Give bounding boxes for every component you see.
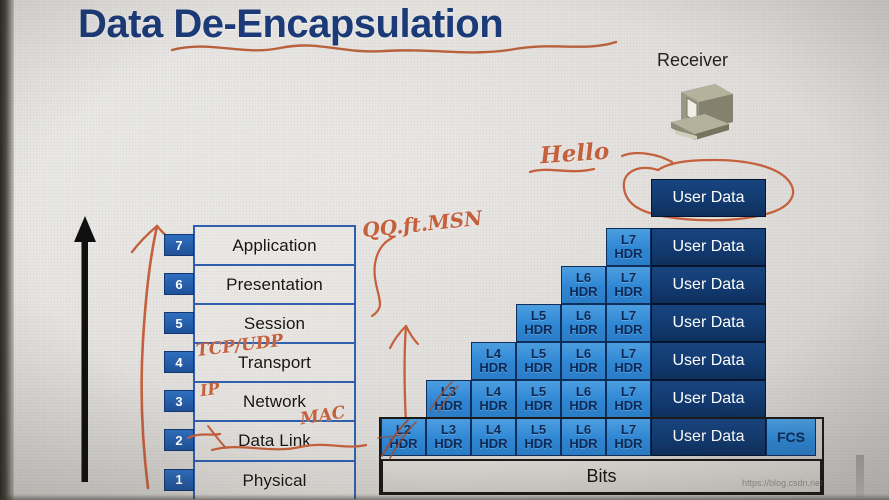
header-hdr-label: HDR	[569, 360, 598, 375]
header-hdr-label: HDR	[569, 322, 598, 337]
pdu-row-l7[interactable]: L7 HDR User Data	[606, 228, 766, 266]
header-hdr-label: HDR	[479, 360, 508, 375]
header-layer-label: L5	[530, 308, 547, 324]
hello-underline-annotation	[528, 167, 596, 174]
header-block-l5: L5 HDR	[516, 342, 561, 380]
header-layer-label: L4	[485, 384, 502, 400]
photo-left-edge	[0, 0, 14, 500]
user-data-block: User Data	[651, 304, 766, 342]
header-layer-label: L7	[620, 308, 637, 324]
photo-right-edge-strip	[856, 455, 864, 497]
user-data-block: User Data	[651, 266, 766, 304]
header-block-l4: L4 HDR	[471, 418, 516, 456]
osi-layer-row[interactable]: 6 Presentation	[164, 266, 354, 306]
header-block-l4: L4 HDR	[471, 342, 516, 380]
osi-layer-number: 6	[164, 273, 194, 296]
osi-layer-name: Transport	[237, 352, 312, 372]
receiver-label: Receiver	[657, 50, 729, 70]
pdu-row-l4[interactable]: L4 HDR L5 HDR L6 HDR L7 HDR User Data	[471, 342, 766, 380]
header-block-l7: L7 HDR	[606, 228, 651, 266]
user-data-block: User Data	[651, 418, 766, 456]
header-hdr-label: HDR	[524, 360, 553, 375]
header-hdr-label: HDR	[614, 322, 643, 337]
watermark-text: https://blog.csdn.net	[742, 478, 823, 488]
pdu-row-l2[interactable]: L2 HDR L3 HDR L4 HDR L5 HDR L6 HDR L7 HD…	[381, 418, 816, 456]
header-layer-label: L3	[440, 422, 457, 438]
header-hdr-label: HDR	[614, 246, 643, 261]
header-hdr-label: HDR	[524, 322, 553, 337]
header-hdr-label: HDR	[524, 398, 553, 413]
header-block-l6: L6 HDR	[561, 380, 606, 418]
header-layer-label: L6	[575, 422, 592, 438]
header-block-l5: L5 HDR	[516, 380, 561, 418]
pdu-row-l6[interactable]: L6 HDR L7 HDR User Data	[561, 266, 766, 304]
header-block-l3: L3 HDR	[426, 418, 471, 456]
osi-layer-number: 3	[164, 390, 194, 413]
header-hdr-label: HDR	[614, 398, 643, 413]
header-block-l4: L4 HDR	[471, 380, 516, 418]
header-layer-label: L7	[620, 232, 637, 248]
header-layer-label: L7	[620, 346, 637, 362]
osi-layer-name: Network	[242, 391, 307, 411]
computer-workstation-icon	[671, 84, 733, 140]
header-layer-label: L6	[575, 270, 592, 286]
handwritten-scribble-l3	[429, 381, 459, 413]
header-layer-label: L6	[575, 308, 592, 324]
header-block-l5: L5 HDR	[516, 418, 561, 456]
osi-layer-number: 4	[164, 351, 194, 374]
upward-direction-arrow	[74, 216, 96, 482]
header-block-l6: L6 HDR	[561, 304, 606, 342]
title-underline-annotation	[170, 40, 618, 54]
header-hdr-label: HDR	[569, 398, 598, 413]
user-data-block: User Data	[651, 228, 766, 266]
osi-layer-name: Physical	[242, 471, 307, 491]
header-hdr-label: HDR	[434, 436, 463, 451]
handwritten-brace-and-arrow-center	[370, 236, 420, 426]
user-data-block: User Data	[651, 342, 766, 380]
fcs-block: FCS	[766, 418, 816, 456]
header-layer-label: L7	[620, 270, 637, 286]
header-block-l6: L6 HDR	[561, 342, 606, 380]
photo-bottom-edge	[0, 494, 889, 500]
header-block-l7: L7 HDR	[606, 266, 651, 304]
header-block-l7: L7 HDR	[606, 380, 651, 418]
header-block-l6: L6 HDR	[561, 266, 606, 304]
header-hdr-label: HDR	[614, 284, 643, 299]
header-hdr-label: HDR	[524, 436, 553, 451]
datalink-underline-annotation	[210, 443, 368, 452]
header-layer-label: L4	[485, 346, 502, 362]
osi-layer-number: 5	[164, 312, 194, 335]
header-hdr-label: HDR	[569, 284, 598, 299]
header-block-l7: L7 HDR	[606, 418, 651, 456]
header-layer-label: L5	[530, 384, 547, 400]
header-block-l7: L7 HDR	[606, 304, 651, 342]
header-layer-label: L5	[530, 346, 547, 362]
pdu-row-l5[interactable]: L5 HDR L6 HDR L7 HDR User Data	[516, 304, 766, 342]
osi-layer-number: 1	[164, 468, 194, 491]
osi-layer-number: 7	[164, 234, 194, 256]
user-data-block: User Data	[651, 179, 766, 217]
header-layer-label: L7	[620, 422, 637, 438]
header-layer-label: L6	[575, 384, 592, 400]
pdu-row-top-user-data[interactable]: User Data	[651, 179, 766, 217]
header-layer-label: L7	[620, 384, 637, 400]
pdu-row-l3[interactable]: L3 HDR L4 HDR L5 HDR L6 HDR L7 HDR User …	[426, 380, 766, 418]
header-hdr-label: HDR	[479, 398, 508, 413]
header-hdr-label: HDR	[569, 436, 598, 451]
header-layer-label: L6	[575, 346, 592, 362]
osi-layer-row[interactable]: 7 Application	[164, 227, 354, 267]
osi-layer-name: Application	[232, 235, 317, 255]
user-data-block: User Data	[651, 380, 766, 418]
header-hdr-label: HDR	[614, 360, 643, 375]
header-block-l6: L6 HDR	[561, 418, 606, 456]
header-block-l5: L5 HDR	[516, 304, 561, 342]
header-layer-label: L4	[485, 422, 502, 438]
osi-layer-name: Presentation	[226, 274, 323, 294]
header-hdr-label: HDR	[479, 436, 508, 451]
header-layer-label: L5	[530, 422, 547, 438]
header-block-l7: L7 HDR	[606, 342, 651, 380]
header-hdr-label: HDR	[614, 436, 643, 451]
annotation-ip: IP	[198, 378, 221, 401]
